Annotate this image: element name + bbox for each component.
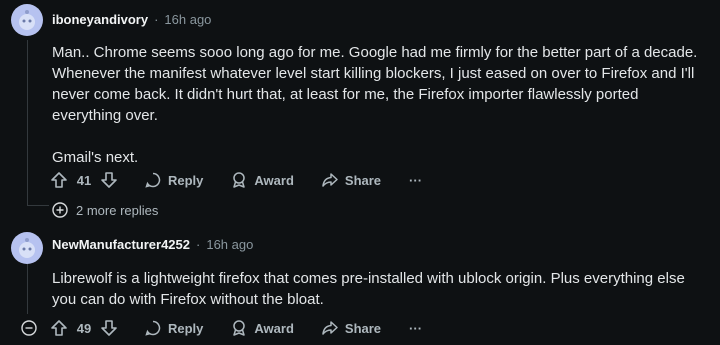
comment-header: iboneyandivory · 16h ago xyxy=(52,12,211,27)
author-name[interactable]: NewManufacturer4252 xyxy=(52,237,190,252)
share-label: Share xyxy=(344,320,382,336)
upvote-icon xyxy=(51,320,67,336)
downvote-button[interactable] xyxy=(100,314,118,342)
thread-line-2 xyxy=(27,262,28,314)
award-label: Award xyxy=(254,320,294,336)
avatar[interactable] xyxy=(11,232,43,264)
comment-paragraph: Librewolf is a lightweight firefox that … xyxy=(52,270,685,308)
award-icon xyxy=(233,320,246,336)
upvote-button[interactable] xyxy=(50,314,68,342)
timestamp[interactable]: 16h ago xyxy=(164,12,211,27)
reply-label: Reply xyxy=(168,320,204,336)
reply-icon xyxy=(145,172,161,188)
comment-body: Librewolf is a lightweight firefox that … xyxy=(52,268,708,310)
award-icon xyxy=(233,172,246,188)
more-options-button[interactable]: ··· xyxy=(409,314,422,342)
downvote-icon xyxy=(101,172,117,188)
comment-actions: 41 Reply Award Share ··· xyxy=(50,166,422,194)
share-icon xyxy=(322,173,338,187)
separator-dot: · xyxy=(196,237,201,252)
award-label: Award xyxy=(254,172,294,188)
award-button[interactable]: Award xyxy=(230,166,294,194)
comment-paragraph: Gmail's next. xyxy=(52,149,139,166)
upvote-icon xyxy=(51,172,67,188)
more-options-button[interactable]: ··· xyxy=(409,166,422,194)
vote-score: 49 xyxy=(76,320,92,336)
comment-header: NewManufacturer4252 · 16h ago xyxy=(52,237,253,252)
share-icon xyxy=(322,321,338,335)
comment-paragraph: Man.. Chrome seems sooo long ago for me.… xyxy=(52,44,698,124)
minus-circle-icon xyxy=(21,320,37,336)
reply-icon xyxy=(145,320,161,336)
comment-actions: 49 Reply Award Share ··· xyxy=(50,314,422,342)
share-label: Share xyxy=(344,172,382,188)
award-button[interactable]: Award xyxy=(230,314,294,342)
reply-label: Reply xyxy=(168,172,204,188)
reply-button[interactable]: Reply xyxy=(144,166,203,194)
collapse-thread-button[interactable] xyxy=(21,320,37,341)
share-button[interactable]: Share xyxy=(321,166,381,194)
reply-button[interactable]: Reply xyxy=(144,314,203,342)
more-replies-button[interactable]: 2 more replies xyxy=(52,202,158,218)
author-name[interactable]: iboneyandivory xyxy=(52,12,148,27)
downvote-button[interactable] xyxy=(100,166,118,194)
upvote-button[interactable] xyxy=(50,166,68,194)
more-options-icon: ··· xyxy=(409,320,423,336)
share-button[interactable]: Share xyxy=(321,314,381,342)
more-options-icon: ··· xyxy=(409,172,423,188)
separator-dot: · xyxy=(154,12,159,27)
plus-circle-icon xyxy=(52,202,68,218)
timestamp[interactable]: 16h ago xyxy=(206,237,253,252)
more-replies-label: 2 more replies xyxy=(76,202,159,218)
thread-curve xyxy=(27,205,49,206)
vote-score: 41 xyxy=(76,172,92,188)
comment-body: Man.. Chrome seems sooo long ago for me.… xyxy=(52,42,708,168)
avatar[interactable] xyxy=(11,4,43,36)
thread-line xyxy=(27,40,28,205)
downvote-icon xyxy=(101,320,117,336)
